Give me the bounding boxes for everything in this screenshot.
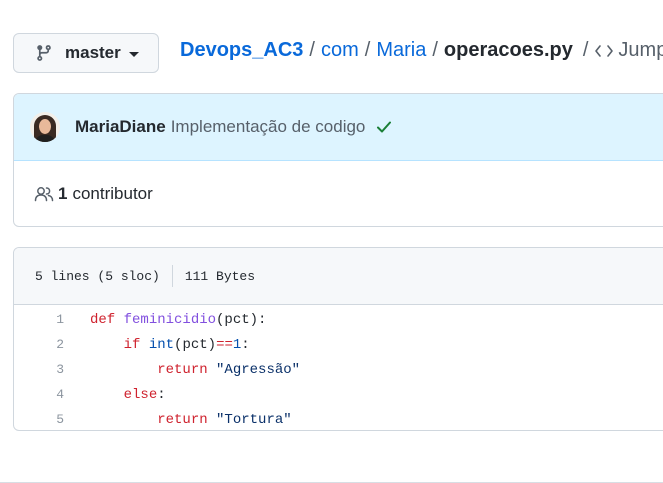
breadcrumb-repo-link[interactable]: Devops_AC3 <box>180 39 303 62</box>
file-header: 5 lines (5 sloc) 111 Bytes <box>14 248 663 305</box>
code-line: 4 else: <box>14 382 663 407</box>
branch-select-button[interactable]: master <box>13 33 159 73</box>
breadcrumb-folder-com[interactable]: com <box>321 39 359 62</box>
breadcrumb-separator: / <box>309 38 315 61</box>
breadcrumb-separator: / <box>582 38 589 61</box>
contributor-label: contributor <box>72 184 153 203</box>
code-token: (pct) <box>174 336 217 353</box>
code-line: 1 def feminicidio(pct): <box>14 307 663 332</box>
code-text: if int(pct)==1: <box>64 337 250 353</box>
code-text: return "Agressão" <box>64 362 300 378</box>
commit-header: MariaDiane Implementação de codigo <box>14 94 663 161</box>
latest-commit-box: MariaDiane Implementação de codigo 1 con… <box>13 93 663 227</box>
code-text: def feminicidio(pct): <box>64 312 266 328</box>
code-icon <box>594 42 614 58</box>
line-number[interactable]: 3 <box>14 362 64 377</box>
breadcrumb-file-name: operacoes.py <box>443 38 573 61</box>
code-token: == <box>216 336 233 353</box>
breadcrumb-folder-maria[interactable]: Maria <box>376 39 426 62</box>
breadcrumb-separator: / <box>364 38 371 61</box>
code-line: 5 return "Tortura" <box>14 407 663 430</box>
code-token: def <box>90 311 124 328</box>
code-token: "Agressão" <box>216 361 301 378</box>
code-line: 3 return "Agressão" <box>14 357 663 382</box>
line-number[interactable]: 1 <box>14 312 64 327</box>
code-line: 2 if int(pct)==1: <box>14 332 663 357</box>
people-icon <box>34 185 54 203</box>
breadcrumb-separator: / <box>432 38 438 61</box>
code-token: return <box>157 411 217 428</box>
line-number[interactable]: 4 <box>14 387 64 402</box>
code-text: return "Tortura" <box>64 411 292 428</box>
jump-to-button[interactable]: Jump t <box>594 39 663 62</box>
file-size: 111 Bytes <box>184 268 256 284</box>
chevron-down-icon <box>128 51 139 57</box>
check-icon[interactable] <box>375 118 393 136</box>
line-number[interactable]: 2 <box>14 337 64 352</box>
branch-name: master <box>65 43 121 62</box>
git-branch-icon <box>35 44 53 62</box>
code-token: : <box>241 336 250 353</box>
header-divider <box>171 265 173 287</box>
file-line-count: 5 lines (5 sloc) <box>35 268 160 284</box>
line-number[interactable]: 5 <box>14 412 64 427</box>
contributors-row[interactable]: 1 contributor <box>14 161 663 226</box>
code-text: else: <box>64 387 166 403</box>
breadcrumb: Devops_AC3 / com / Maria / operacoes.py … <box>180 36 663 64</box>
code-token: "Tortura" <box>216 411 292 428</box>
code-token: feminicidio <box>123 311 217 328</box>
code-token: (pct): <box>216 311 267 328</box>
code-token: : <box>157 386 166 403</box>
jump-to-label: Jump t <box>618 38 663 61</box>
code-token: return <box>157 361 217 378</box>
file-viewer: 5 lines (5 sloc) 111 Bytes 1 def feminici… <box>13 247 663 431</box>
avatar[interactable] <box>30 112 60 142</box>
code-token: else <box>123 386 158 403</box>
code-token: if <box>123 336 149 353</box>
code-body: 1 def feminicidio(pct): 2 if int(pct)==1: 3… <box>14 305 663 430</box>
commit-message-link[interactable]: Implementação de codigo <box>171 117 366 137</box>
contributor-count: 1 <box>58 184 68 203</box>
code-token: int <box>148 336 175 353</box>
commit-author-link[interactable]: MariaDiane <box>75 117 166 137</box>
